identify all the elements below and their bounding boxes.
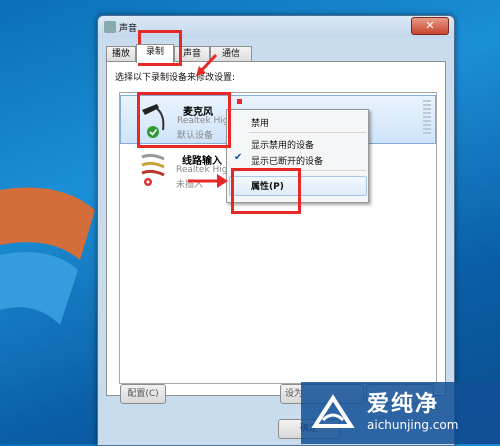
menu-item-disable[interactable]: 禁用: [251, 116, 269, 129]
annotation-box-properties: [231, 168, 301, 214]
line-in-icon: [141, 153, 165, 186]
menu-item-show-disabled[interactable]: 显示禁用的设备: [251, 138, 314, 151]
level-meter: [423, 100, 431, 134]
menu-item-show-disconnected[interactable]: 显示已断开的设备: [251, 154, 323, 167]
annotation-arrow-1: [196, 53, 218, 76]
close-button[interactable]: ✕: [411, 17, 449, 35]
watermark-logo-icon: [311, 394, 355, 428]
watermark-chinese: 爱纯净: [367, 392, 440, 417]
menu-separator: [249, 132, 366, 133]
tab-playback[interactable]: 播放: [106, 46, 136, 62]
watermark-url: aichunjing.com: [367, 418, 459, 432]
tab-recording[interactable]: 录制: [136, 44, 174, 63]
speaker-icon: [104, 21, 116, 33]
annotation-dot: [237, 99, 242, 104]
window-title: 声音: [119, 24, 138, 34]
annotation-arrow-2: [188, 174, 228, 188]
site-watermark: 爱纯净 aichunjing.com: [301, 382, 500, 444]
configure-button[interactable]: 配置(C): [120, 384, 166, 404]
windows-logo-desktop: [0, 187, 95, 325]
check-icon: ✔: [234, 152, 243, 163]
annotation-box-microphone: [137, 92, 231, 148]
